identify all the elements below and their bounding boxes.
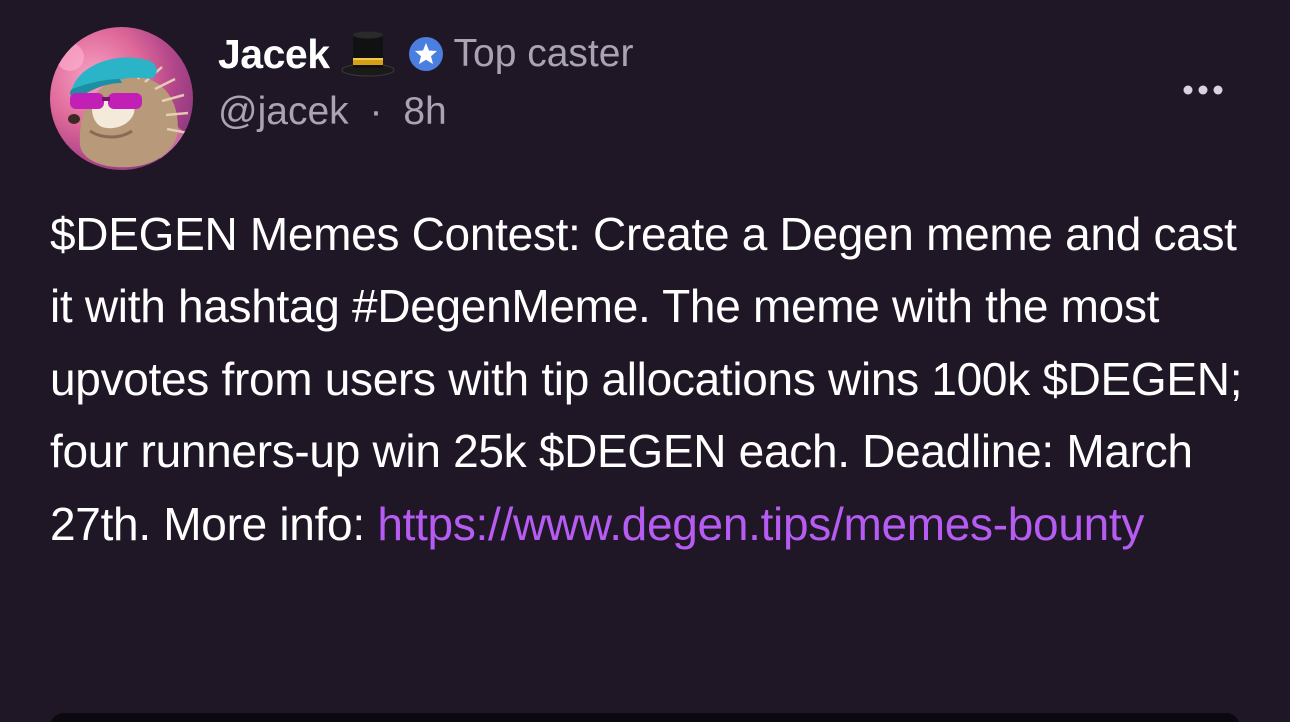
- post-time[interactable]: 8h: [403, 90, 446, 133]
- author-display-name[interactable]: Jacek: [218, 31, 330, 78]
- hedgehog-avatar-icon: [56, 43, 189, 168]
- more-options-icon[interactable]: [1180, 80, 1226, 100]
- avatar[interactable]: [50, 27, 193, 170]
- cast-card: Jacek Top caster @jacek · 8h $DEGEN Meme…: [0, 0, 1290, 722]
- cast-link[interactable]: https://www.degen.tips/memes-bounty: [377, 498, 1144, 550]
- author-meta: @jacek · 8h: [218, 90, 447, 134]
- top-caster-label: Top caster: [453, 32, 634, 75]
- meta-separator: ·: [369, 90, 383, 133]
- embed-preview-edge[interactable]: [50, 713, 1240, 722]
- author-handle[interactable]: @jacek: [218, 90, 349, 133]
- star-badge-icon: [408, 36, 444, 72]
- top-hat-icon: [340, 30, 396, 78]
- cast-body: $DEGEN Memes Contest: Create a Degen mem…: [50, 198, 1260, 560]
- author-name-row: Jacek Top caster: [218, 28, 633, 80]
